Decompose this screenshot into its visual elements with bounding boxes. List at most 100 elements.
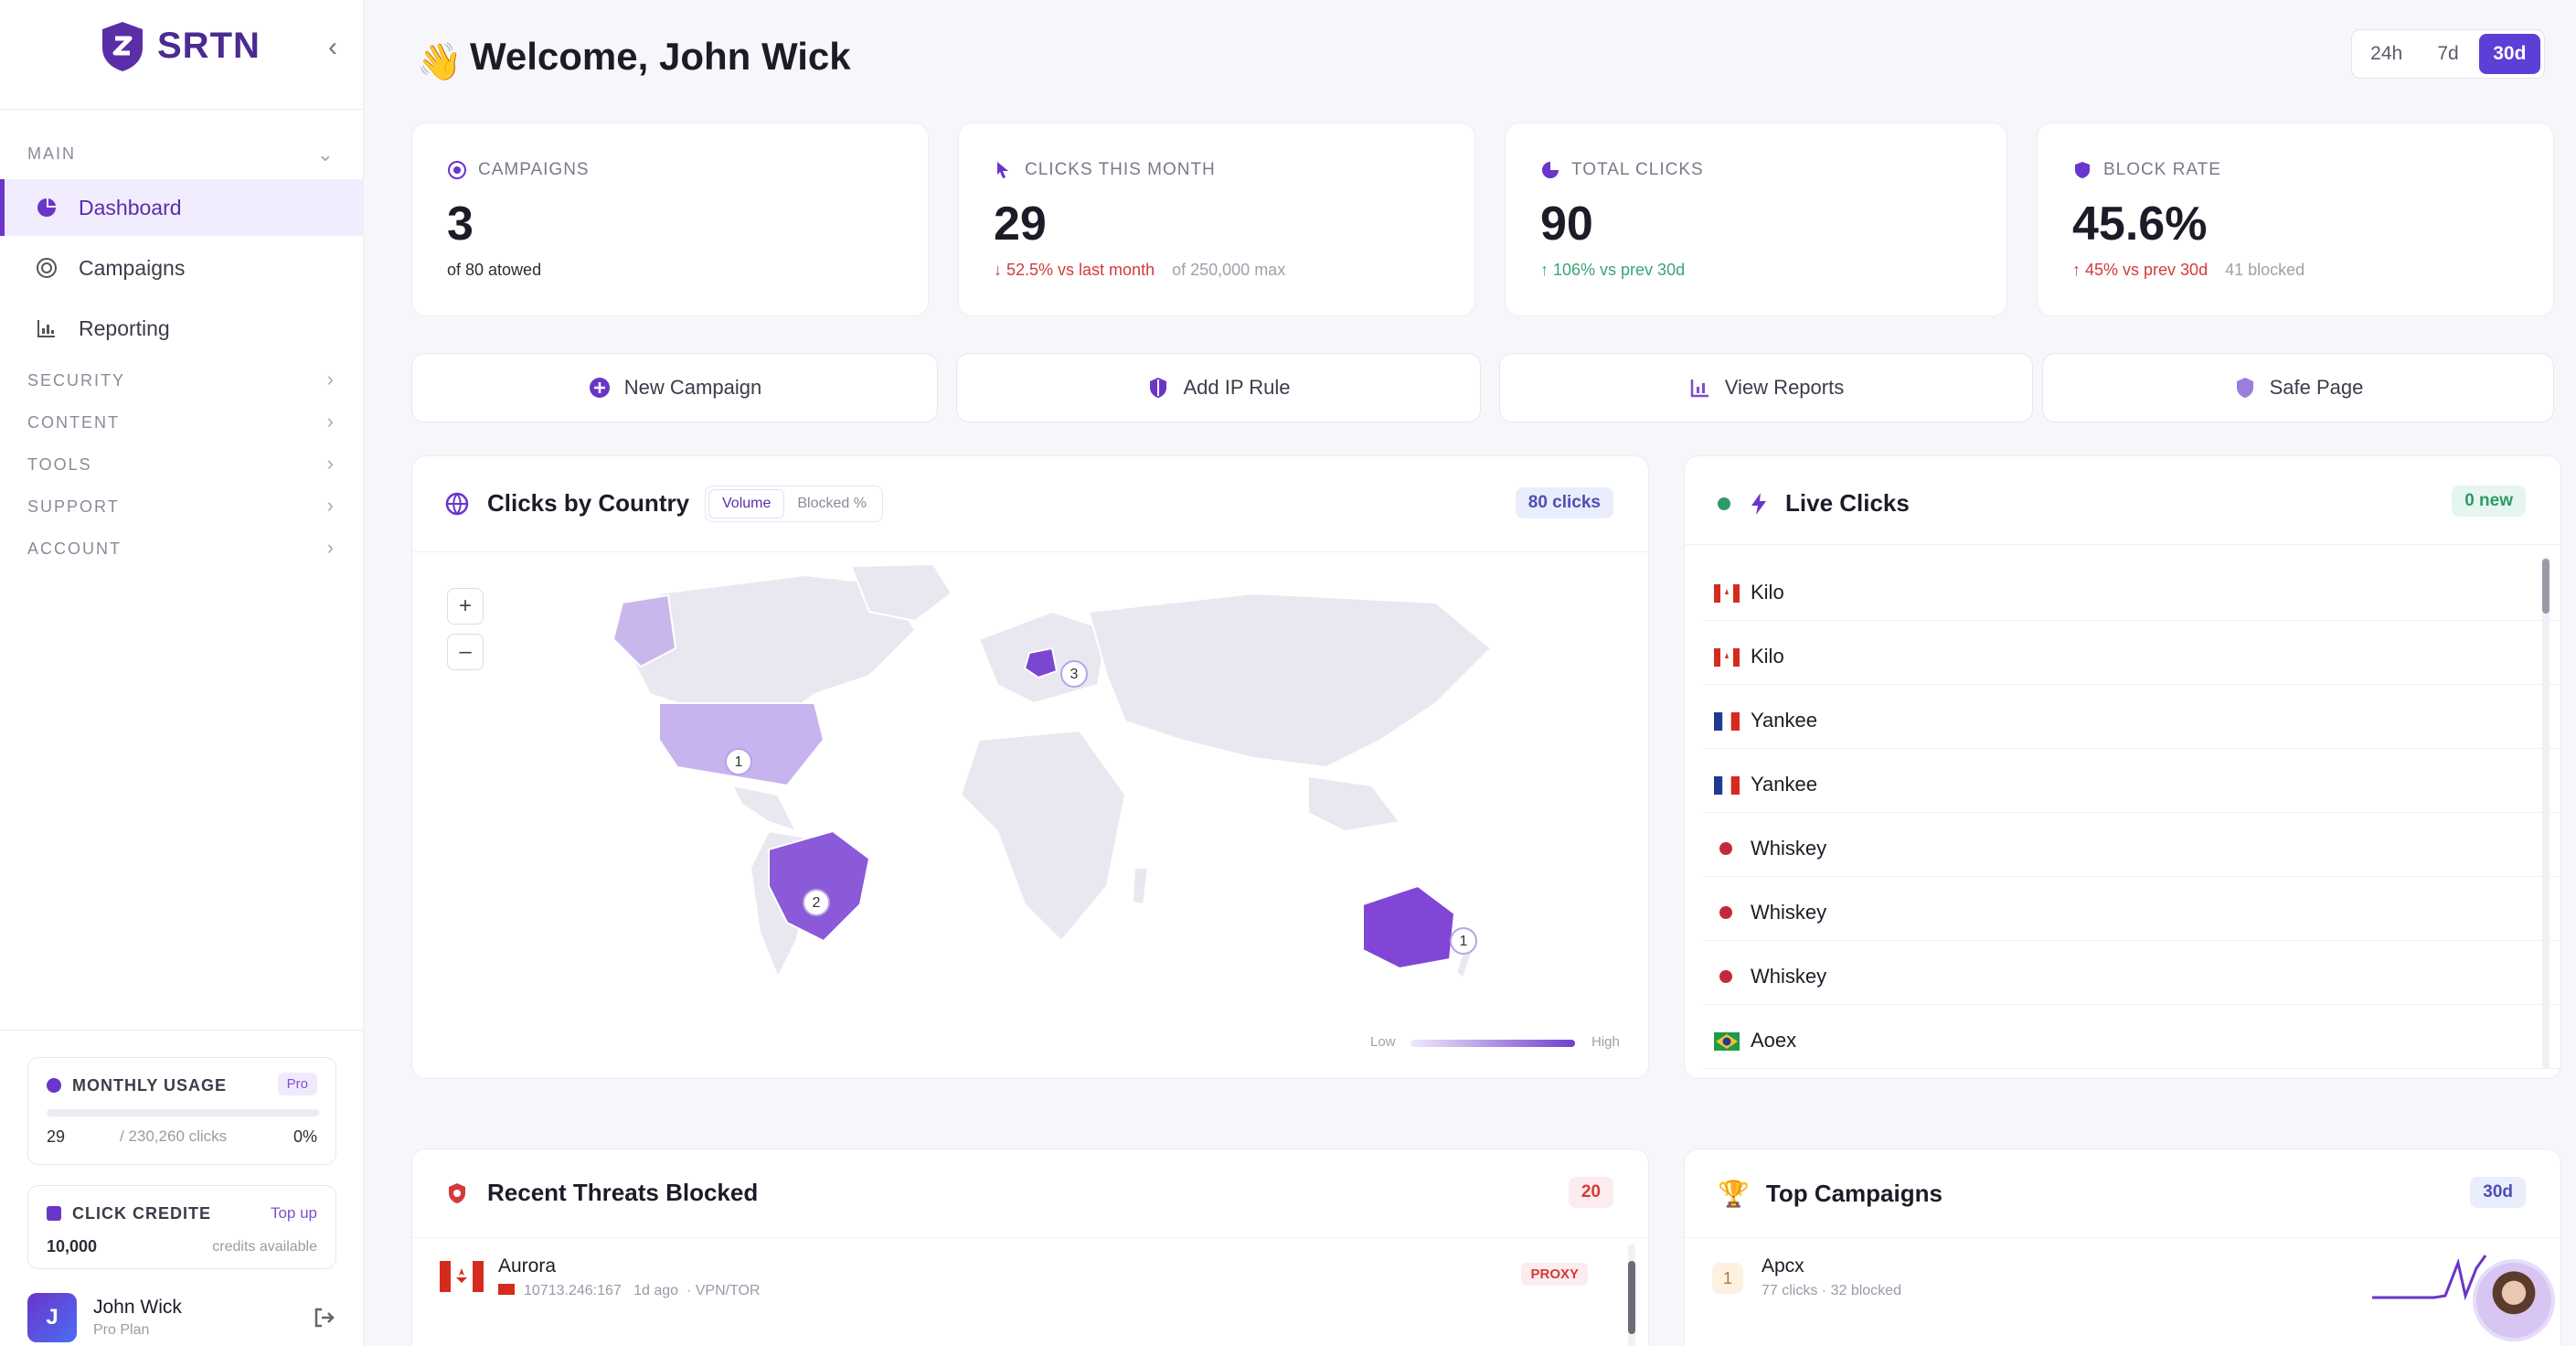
live-click-row[interactable]: Whiskey2405:49d0:1597:f509:233b:73a0:773…	[1703, 948, 2560, 1005]
scrollbar-track[interactable]	[2542, 557, 2549, 1069]
sidebar-item-reporting[interactable]: Reporting	[0, 300, 364, 357]
click-name: Whiskey	[1751, 837, 1827, 860]
usage-title: MONTHLY USAGE	[72, 1076, 228, 1095]
click-name: Whiskey	[1751, 965, 1827, 988]
live-click-row[interactable]: Kilo2409:48d8:245f:de16:d414:39c3:5115:4…	[1703, 564, 2560, 621]
map-marker-germany[interactable]: 3	[1068, 667, 1080, 683]
live-click-row[interactable]: Kilo2409:48d8:245f:de15:d43f:25c3:5115:4…	[1703, 628, 2560, 685]
map-metric-toggle: Volume Blocked %	[705, 486, 883, 522]
stat-change: ↓ 52.5% vs last month	[994, 261, 1155, 279]
range-badge: 30d	[2470, 1177, 2526, 1208]
scrollbar-thumb[interactable]	[2542, 559, 2549, 614]
globe-icon	[445, 492, 469, 515]
logout-icon[interactable]	[313, 1306, 336, 1330]
zoom-out-button[interactable]: –	[447, 634, 484, 670]
button-label: View Reports	[1724, 376, 1845, 399]
collapse-sidebar-button[interactable]: ‹	[320, 33, 346, 62]
stat-label-text: CAMPAIGNS	[478, 160, 590, 179]
stat-extra: of 250,000 max	[1172, 261, 1286, 279]
section-tools[interactable]: TOOLS	[27, 455, 92, 475]
target-icon	[35, 256, 59, 280]
divider	[412, 1237, 1648, 1238]
legend-high: High	[1591, 1034, 1620, 1050]
threat-tag: PROXY	[1521, 1263, 1588, 1286]
pie-chart-icon	[1540, 160, 1560, 180]
support-avatar[interactable]	[2473, 1259, 2555, 1341]
zoom-in-button[interactable]: +	[447, 588, 484, 625]
stat-sub: ↑ 106% vs prev 30d	[1540, 261, 1685, 280]
live-click-row[interactable]: Yankee2409:40d0:5c:e4a0:d02c:24e7:1ae2:1…	[1703, 692, 2560, 749]
add-ip-rule-button[interactable]: Add IP Rule	[956, 353, 1481, 422]
scrollbar-thumb[interactable]	[1628, 1261, 1635, 1334]
chevron-right-icon: ›	[326, 536, 334, 559]
stat-label: CLICKS THIS MONTH	[994, 160, 1216, 180]
stat-card-clicks-month: CLICKS THIS MONTH 29 ↓ 52.5% vs last mon…	[958, 123, 1475, 316]
chevron-right-icon: ›	[326, 494, 334, 517]
view-reports-button[interactable]: View Reports	[1499, 353, 2033, 422]
panel-title: Recent Threats Blocked	[445, 1179, 758, 1207]
shield-icon	[1146, 376, 1170, 400]
time-range-selector: 24h 7d 30d	[2351, 29, 2545, 79]
click-name: Kilo	[1751, 581, 1784, 604]
live-click-row[interactable]: Whiskey2408:40d0:1597:f509:233b:73a0:773…	[1703, 884, 2560, 941]
credits-amount: 10,000	[47, 1237, 98, 1255]
threats-count-badge: 20	[1568, 1177, 1613, 1208]
top-up-link[interactable]: Top up	[271, 1204, 317, 1223]
map-marker-usa[interactable]: 1	[732, 754, 745, 771]
japan-flag-icon	[1719, 842, 1732, 855]
stat-value: 3	[447, 198, 474, 251]
credits-note: credits available	[212, 1239, 317, 1255]
target-icon	[447, 160, 467, 180]
tab-volume[interactable]: Volume	[708, 489, 785, 518]
stat-value: 90	[1540, 198, 1593, 251]
panel-title: 🏆 Top Campaigns	[1718, 1179, 1943, 1209]
credits-title: CLICK CREDITE	[72, 1204, 211, 1223]
live-click-row[interactable]: Whiskey2409:40d0:1394:f309:256b:73a0:7f3…	[1703, 820, 2560, 877]
button-label: Add IP Rule	[1183, 376, 1291, 399]
stat-label-text: TOTAL CLICKS	[1571, 160, 1704, 179]
new-clicks-badge: 0 new	[2452, 486, 2526, 517]
section-account[interactable]: ACCOUNT	[27, 539, 122, 559]
live-click-row[interactable]: Yankee2409:40d0:3c:e4ef:d02c:24e7:1ae2:1…	[1703, 756, 2560, 813]
section-security[interactable]: SECURITY	[27, 371, 125, 390]
threat-row[interactable]: Aurora 10713.246:167 1d ago · VPN/TOR PR…	[440, 1250, 1619, 1323]
live-status-dot	[1718, 497, 1730, 510]
threat-time: 1d ago	[633, 1283, 679, 1298]
stat-value: 29	[994, 198, 1047, 251]
credits-icon	[47, 1206, 61, 1221]
range-30d-button[interactable]: 30d	[2478, 34, 2540, 74]
france-flag-icon	[1714, 776, 1740, 795]
range-24h-button[interactable]: 24h	[2356, 34, 2417, 74]
stat-label: CAMPAIGNS	[447, 160, 590, 180]
campaign-row[interactable]: 1 Apcx 77 clicks · 32 blocked	[1712, 1250, 2535, 1323]
section-main[interactable]: MAIN	[27, 144, 76, 164]
section-support[interactable]: SUPPORT	[27, 497, 120, 517]
panel-title: Live Clicks	[1718, 489, 1910, 518]
user-profile[interactable]: J John Wick Pro Plan	[27, 1289, 336, 1344]
tab-blocked-percent[interactable]: Blocked %	[784, 490, 879, 518]
map-marker-australia[interactable]: 1	[1457, 934, 1470, 950]
chevron-right-icon: ›	[326, 410, 334, 433]
click-name: Yankee	[1751, 709, 1817, 732]
usage-percent: 0%	[293, 1127, 317, 1146]
click-name: Kilo	[1751, 645, 1784, 668]
logo-row: SRTN ‹	[0, 0, 364, 110]
stat-sub: of 80 atowed	[447, 261, 542, 279]
safe-page-button[interactable]: Safe Page	[2042, 353, 2554, 422]
live-click-row[interactable]: Aoex167.13.246.167⊘1d	[1703, 1012, 2560, 1069]
japan-flag-icon	[1719, 970, 1732, 983]
range-7d-button[interactable]: 7d	[2417, 34, 2478, 74]
stat-extra: 41 blocked	[2225, 261, 2305, 279]
bar-chart-icon	[35, 316, 59, 340]
cursor-icon	[994, 160, 1014, 180]
stat-label-text: BLOCK RATE	[2103, 160, 2221, 179]
live-click-row[interactable]: Aoex167.12.246.167⊘1d	[1703, 1076, 2560, 1078]
sidebar-item-campaigns[interactable]: Campaigns	[0, 240, 364, 296]
sidebar-item-dashboard[interactable]: Dashboard	[0, 179, 364, 236]
section-content[interactable]: CONTENT	[27, 413, 120, 433]
divider	[0, 1030, 364, 1031]
stat-label: TOTAL CLICKS	[1540, 160, 1704, 180]
map-marker-brazil[interactable]: 2	[810, 895, 823, 912]
new-campaign-button[interactable]: New Campaign	[411, 353, 938, 422]
page-title: Welcome, John Wick	[470, 35, 851, 78]
